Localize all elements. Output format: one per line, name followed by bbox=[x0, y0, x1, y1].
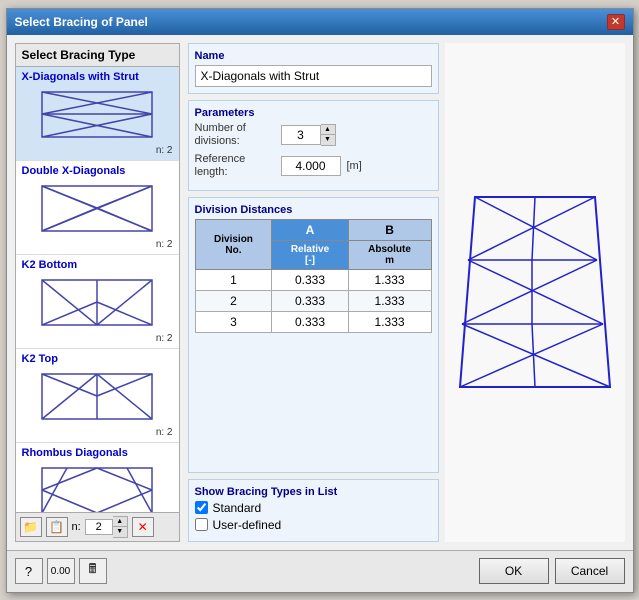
row3-absolute: 1.333 bbox=[348, 312, 431, 333]
show-bracing-section: Show Bracing Types in List Standard User… bbox=[188, 479, 439, 542]
standard-checkbox[interactable] bbox=[195, 501, 208, 514]
table-row[interactable]: 2 0.333 1.333 bbox=[195, 291, 431, 312]
main-content: Select Bracing Type X-Diagonals with Str… bbox=[7, 35, 633, 550]
left-panel-header: Select Bracing Type bbox=[16, 44, 179, 67]
add-icon[interactable]: 📁 bbox=[20, 517, 42, 537]
left-panel: Select Bracing Type X-Diagonals with Str… bbox=[15, 43, 180, 542]
preview-svg bbox=[450, 187, 620, 397]
bracing-n-2: n: 2 bbox=[22, 239, 173, 250]
preview-area bbox=[445, 43, 625, 542]
bracing-item-3[interactable]: K2 Bottom n: 2 bbox=[16, 255, 179, 349]
params-label: Parameters bbox=[195, 107, 432, 119]
delete-icon[interactable]: ✕ bbox=[132, 517, 154, 537]
user-defined-checkbox[interactable] bbox=[195, 518, 208, 531]
divisions-spinner-btns: ▲ ▼ bbox=[321, 124, 336, 146]
row2-relative[interactable]: 0.333 bbox=[272, 291, 348, 312]
bracing-item-4[interactable]: K2 Top n: 2 bbox=[16, 349, 179, 443]
dialog-buttons: OK Cancel bbox=[479, 558, 625, 584]
reflength-row: Reference length: [m] bbox=[195, 153, 432, 179]
divisions-label: Number of divisions: bbox=[195, 122, 275, 148]
n-down-btn[interactable]: ▼ bbox=[113, 527, 127, 537]
bracing-preview-3 bbox=[22, 273, 173, 333]
table-row[interactable]: 1 0.333 1.333 bbox=[195, 270, 431, 291]
right-inner: Name Parameters Number of divisions: ▲ ▼ bbox=[188, 43, 439, 542]
zero-icon[interactable]: 0.00 bbox=[47, 558, 75, 584]
bracing-label-3: K2 Bottom bbox=[22, 259, 173, 271]
params-section: Parameters Number of divisions: ▲ ▼ Refe bbox=[188, 100, 439, 192]
col-a-sub: Relative [-] bbox=[272, 241, 348, 270]
division-table: Division No. A B Relative [-] Absolute m bbox=[195, 219, 432, 333]
bracing-item-1[interactable]: X-Diagonals with Strut bbox=[16, 67, 179, 161]
bracing-preview-1 bbox=[22, 85, 173, 145]
col-no-header: Division No. bbox=[195, 220, 272, 270]
row1-relative[interactable]: 0.333 bbox=[272, 270, 348, 291]
row3-no: 3 bbox=[195, 312, 272, 333]
bracing-label-5: Rhombus Diagonals bbox=[22, 447, 173, 459]
help-icon[interactable]: ? bbox=[15, 558, 43, 584]
divisions-input[interactable] bbox=[281, 125, 321, 145]
bracing-preview-4 bbox=[22, 367, 173, 427]
calculator-icon[interactable]: 🖩 bbox=[79, 558, 107, 584]
row1-absolute: 1.333 bbox=[348, 270, 431, 291]
n-input[interactable] bbox=[85, 519, 113, 535]
bottom-icons: ? 0.00 🖩 bbox=[15, 558, 107, 584]
row2-no: 2 bbox=[195, 291, 272, 312]
reflength-input[interactable] bbox=[281, 156, 341, 176]
close-button[interactable]: ✕ bbox=[607, 14, 625, 30]
standard-label: Standard bbox=[213, 501, 262, 515]
name-section: Name bbox=[188, 43, 439, 94]
left-panel-footer: 📁 📋 n: ▲ ▼ ✕ bbox=[16, 512, 179, 541]
bracing-preview-5 bbox=[22, 461, 173, 512]
col-b-header: B bbox=[348, 220, 431, 241]
copy-icon[interactable]: 📋 bbox=[46, 517, 68, 537]
table-row[interactable]: 3 0.333 1.333 bbox=[195, 312, 431, 333]
bracing-n-3: n: 2 bbox=[22, 333, 173, 344]
div-up-btn[interactable]: ▲ bbox=[321, 125, 335, 135]
divisions-spinner[interactable]: ▲ ▼ bbox=[281, 124, 336, 146]
ok-button[interactable]: OK bbox=[479, 558, 549, 584]
division-label: Division Distances bbox=[195, 204, 432, 216]
n-up-btn[interactable]: ▲ bbox=[113, 517, 127, 527]
name-label: Name bbox=[195, 50, 432, 62]
col-a-header: A bbox=[272, 220, 348, 241]
dialog-title: Select Bracing of Panel bbox=[15, 15, 148, 29]
row1-no: 1 bbox=[195, 270, 272, 291]
name-input[interactable] bbox=[195, 65, 432, 87]
bracing-label-4: K2 Top bbox=[22, 353, 173, 365]
reflength-label: Reference length: bbox=[195, 153, 275, 179]
show-bracing-label: Show Bracing Types in List bbox=[195, 486, 432, 498]
n-spinner[interactable]: ▲ ▼ bbox=[85, 516, 128, 538]
bracing-list[interactable]: X-Diagonals with Strut bbox=[16, 67, 179, 512]
n-spinner-btns: ▲ ▼ bbox=[113, 516, 128, 538]
bracing-preview-2 bbox=[22, 179, 173, 239]
right-content: Name Parameters Number of divisions: ▲ ▼ bbox=[188, 43, 625, 542]
col-b-sub: Absolute m bbox=[348, 241, 431, 270]
bracing-item-2[interactable]: Double X-Diagonals n: bbox=[16, 161, 179, 255]
dialog-window: Select Bracing of Panel ✕ Select Bracing… bbox=[6, 8, 634, 593]
row2-absolute: 1.333 bbox=[348, 291, 431, 312]
division-section: Division Distances Division No. A B Rela… bbox=[188, 197, 439, 472]
user-defined-label: User-defined bbox=[213, 518, 282, 532]
title-bar: Select Bracing of Panel ✕ bbox=[7, 9, 633, 35]
bracing-n-4: n: 2 bbox=[22, 427, 173, 438]
user-defined-row: User-defined bbox=[195, 518, 432, 532]
div-down-btn[interactable]: ▼ bbox=[321, 135, 335, 145]
divisions-row: Number of divisions: ▲ ▼ bbox=[195, 122, 432, 148]
cancel-button[interactable]: Cancel bbox=[555, 558, 625, 584]
row3-relative[interactable]: 0.333 bbox=[272, 312, 348, 333]
bracing-label-2: Double X-Diagonals bbox=[22, 165, 173, 177]
n-label: n: bbox=[72, 521, 81, 533]
standard-row: Standard bbox=[195, 501, 432, 515]
bottom-bar: ? 0.00 🖩 OK Cancel bbox=[7, 550, 633, 592]
bracing-n-1: n: 2 bbox=[22, 145, 173, 156]
bracing-label-1: X-Diagonals with Strut bbox=[22, 71, 173, 83]
bracing-item-5[interactable]: Rhombus Diagonals n: 2 bbox=[16, 443, 179, 512]
unit-label: [m] bbox=[347, 160, 362, 172]
